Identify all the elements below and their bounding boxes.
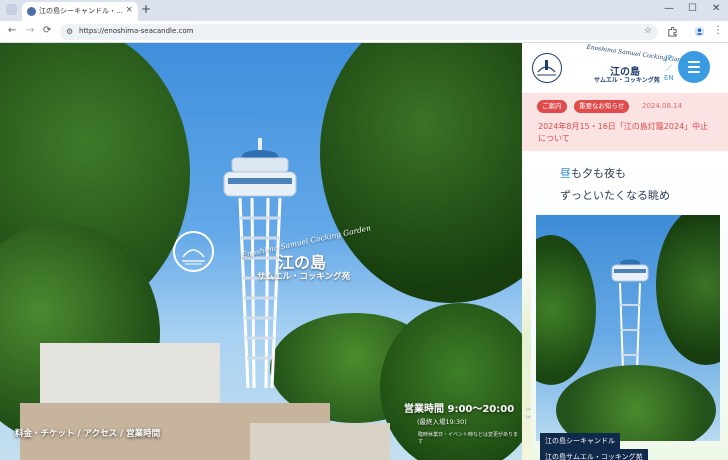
tagline-line-1: も夕も夜も	[571, 167, 626, 180]
business-hours: 営業時間 9:00〜20:00	[404, 404, 515, 415]
address-bar[interactable]: ⚙ https://enoshima-seacandle.com ☆	[60, 24, 658, 40]
walkway	[250, 423, 390, 460]
browser-tab[interactable]: 江の島シーキャンドル・江の島サムエ... ×	[22, 2, 138, 21]
notice-category-badge: ご案内	[537, 100, 567, 113]
side-logo-jp-sub: サムエル・コッキング苑	[594, 77, 660, 84]
hours-note: 臨時休業日・イベント時などは変更があります	[418, 432, 519, 445]
profile-avatar-icon[interactable]	[694, 26, 705, 37]
last-entry: (最終入場19:30)	[417, 418, 467, 426]
site-info-icon[interactable]: ⚙	[66, 27, 73, 36]
bookmark-star-icon[interactable]: ☆	[644, 26, 652, 36]
extensions-icon[interactable]	[667, 26, 678, 37]
tower-photo	[536, 215, 720, 441]
favicon-icon	[27, 7, 36, 16]
garden-emblem-icon	[173, 231, 214, 272]
minimize-button[interactable]: —	[664, 3, 674, 14]
back-button[interactable]: ←	[8, 25, 16, 36]
hero-section: Enoshima Samuel Cocking Garden 江の島 サムエル・…	[0, 43, 522, 460]
reload-button[interactable]: ⟳	[43, 25, 51, 36]
tagline-line-2: ずっといたくなる眺め	[560, 189, 670, 202]
maximize-button[interactable]: ☐	[688, 3, 697, 14]
side-panel: Enoshima Samuel Cocking Garden 江の島 サムエル・…	[522, 43, 728, 460]
hamburger-menu-button[interactable]	[678, 51, 710, 83]
hero-brand-jp-sub: サムエル・コッキング苑	[257, 272, 351, 282]
tagline: 昼も夕も夜も ずっといたくなる眺め	[560, 163, 670, 207]
notice-link[interactable]: 2024年8月15・16日「江の島灯籠2024」中止について	[538, 121, 716, 145]
tab-close-icon[interactable]: ×	[125, 5, 133, 15]
hero-nav-links[interactable]: 料金・チケット / アクセス / 営業時間	[15, 427, 160, 439]
tab-title: 江の島シーキャンドル・江の島サムエ...	[39, 7, 125, 15]
notice-important-badge: 重要なお知らせ	[574, 100, 630, 113]
lang-en[interactable]: EN	[664, 73, 674, 83]
vertical-number: 3 3	[524, 407, 531, 420]
tagline-highlight: 昼	[560, 167, 571, 180]
side-body: 昼も夕も夜も ずっといたくなる眺め 江の島シーキャンドル 江の島サムエル・コッキ…	[522, 151, 728, 460]
new-tab-button[interactable]: +	[141, 2, 151, 16]
notice-banner[interactable]: ご案内 重要なお知らせ 2024.08.14 2024年8月15・16日「江の島…	[522, 93, 728, 151]
tree-canopy-right	[320, 43, 522, 303]
photo-caption-2: 江の島サムエル・コッキング苑	[540, 449, 648, 460]
window-close-button[interactable]: ✕	[712, 3, 720, 14]
site-emblem-icon[interactable]	[532, 53, 562, 83]
photo-caption-1: 江の島シーキャンドル	[540, 433, 620, 449]
tab-search-icon[interactable]	[6, 4, 17, 15]
tab-strip: 江の島シーキャンドル・江の島サムエ... × + — ☐ ✕	[0, 0, 728, 21]
language-switch: JP ／ EN	[664, 53, 674, 83]
lang-jp[interactable]: JP	[664, 53, 674, 63]
browser-toolbar: ← → ⟳ ⚙ https://enoshima-seacandle.com ☆…	[0, 21, 728, 43]
lang-separator: ／	[665, 64, 673, 72]
forward-button[interactable]: →	[26, 25, 34, 36]
browser-menu-icon[interactable]: ⋮	[713, 25, 723, 36]
notice-date: 2024.08.14	[642, 102, 683, 110]
side-header: Enoshima Samuel Cocking Garden 江の島 サムエル・…	[522, 43, 728, 93]
url-text[interactable]: https://enoshima-seacandle.com	[79, 27, 193, 35]
